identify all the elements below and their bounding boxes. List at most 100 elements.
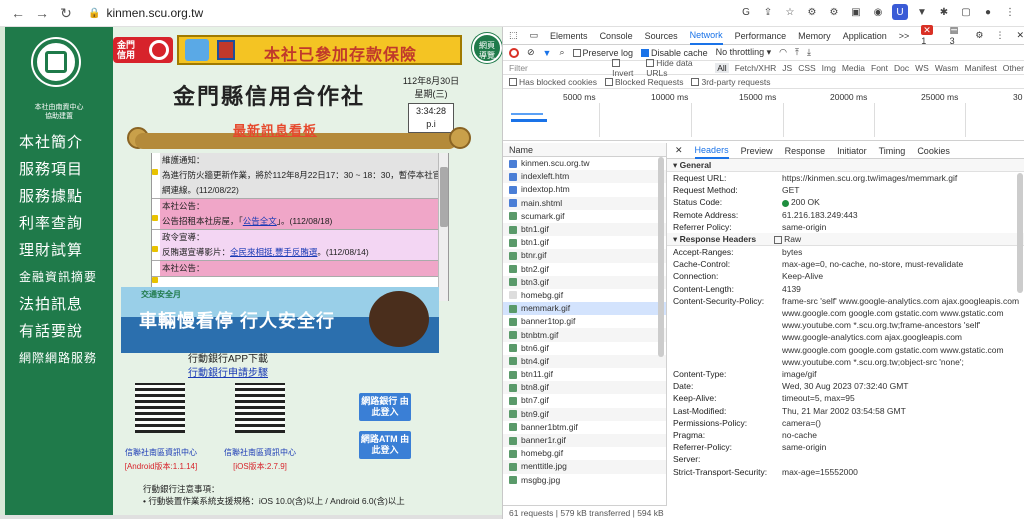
news-title[interactable]: 最新訊息看板 xyxy=(233,120,317,139)
address-bar[interactable]: 🔒 kinmen.scu.org.tw xyxy=(88,6,203,20)
settings-icon[interactable]: ⚙ xyxy=(975,30,983,41)
request-row[interactable]: banner1btm.gif xyxy=(503,421,666,434)
record-icon[interactable] xyxy=(509,47,519,58)
menu-icon[interactable]: ⋮ xyxy=(1002,4,1018,20)
type-manifest[interactable]: Manifest xyxy=(965,63,997,73)
news-link[interactable]: 全民來相挺,豐手反賄選 xyxy=(230,247,317,257)
request-row[interactable]: btn1.gif xyxy=(503,222,666,237)
news-scrollbar[interactable] xyxy=(438,153,448,301)
disable-cache-checkbox[interactable]: Disable cache xyxy=(641,48,708,58)
request-row[interactable]: btnr.gif xyxy=(503,249,666,263)
sidebar-item-feedback[interactable]: 有話要說 xyxy=(19,318,97,345)
news-link[interactable]: 公告全文 xyxy=(243,216,277,226)
tab-cookies[interactable]: Cookies xyxy=(917,146,950,156)
request-row[interactable]: main.shtml xyxy=(503,196,666,210)
request-row[interactable]: homebg.gif xyxy=(503,447,666,460)
type-ws[interactable]: WS xyxy=(915,63,929,73)
more-tabs-button[interactable]: >> xyxy=(899,31,910,41)
sidebar-item-services[interactable]: 服務項目 xyxy=(19,156,97,183)
general-section-header[interactable]: ▾ General xyxy=(667,159,1024,172)
request-row[interactable]: btn11.gif xyxy=(503,368,666,381)
net-bank-login-button[interactable]: 網路銀行 由此登入 xyxy=(359,393,411,421)
sidebar-item-about[interactable]: 本社簡介 xyxy=(19,129,97,156)
android-qr-label[interactable]: 信聯社南區資訊中心 xyxy=(118,447,204,459)
tab-memory[interactable]: Memory xyxy=(798,31,831,41)
error-badge[interactable]: ✕ 1 xyxy=(921,25,937,46)
search-icon[interactable]: ⌕ xyxy=(559,47,564,58)
tab-preview[interactable]: Preview xyxy=(741,146,773,156)
tab-sources[interactable]: Sources xyxy=(645,31,678,41)
sidepanel-icon[interactable]: ▢ xyxy=(958,4,974,20)
wifi-icon[interactable]: ◠ xyxy=(779,47,787,58)
tab-application[interactable]: Application xyxy=(843,31,887,41)
request-row[interactable]: banner1top.gif xyxy=(503,315,666,328)
type-wasm[interactable]: Wasm xyxy=(935,63,959,73)
detail-scrollbar[interactable] xyxy=(1017,173,1023,293)
puzzle-icon[interactable]: ✱ xyxy=(936,4,952,20)
star-icon[interactable]: ☆ xyxy=(782,4,798,20)
request-row[interactable]: btn7.gif xyxy=(503,394,666,407)
upload-icon[interactable]: ⤒ xyxy=(795,47,799,58)
request-row[interactable]: btn9.gif xyxy=(503,407,666,421)
tab-initiator[interactable]: Initiator xyxy=(837,146,867,156)
credit-union-logo[interactable] xyxy=(33,39,79,85)
request-row[interactable]: btn6.gif xyxy=(503,342,666,355)
filter-input[interactable]: Filter xyxy=(509,63,606,73)
tab-performance[interactable]: Performance xyxy=(735,31,787,41)
type-img[interactable]: Img xyxy=(822,63,836,73)
insurance-banner[interactable]: 本社已參加存款保險 xyxy=(177,35,462,65)
request-row[interactable]: btn2.gif xyxy=(503,263,666,276)
download-icon[interactable]: ⤓ xyxy=(807,47,811,58)
extension-icon[interactable]: ⚙ xyxy=(804,4,820,20)
avatar[interactable]: ● xyxy=(980,4,996,20)
tab-console[interactable]: Console xyxy=(600,31,633,41)
google-icon[interactable]: G xyxy=(738,4,754,20)
type-css[interactable]: CSS xyxy=(798,63,815,73)
third-party-checkbox[interactable]: 3rd-party requests xyxy=(691,77,770,87)
tab-timing[interactable]: Timing xyxy=(879,146,906,156)
back-icon[interactable]: ← xyxy=(8,3,28,23)
sidebar-item-calculator[interactable]: 理財試算 xyxy=(19,237,97,264)
sidebar-item-rates[interactable]: 利率查詢 xyxy=(19,210,97,237)
site-guide-button[interactable]: 網頁 導覽 xyxy=(472,33,502,63)
extension-icon[interactable]: ▣ xyxy=(848,4,864,20)
request-row[interactable]: btn8.gif xyxy=(503,381,666,395)
request-row[interactable]: btn1.gif xyxy=(503,236,666,249)
reload-icon[interactable]: ↻ xyxy=(56,3,76,23)
throttling-select[interactable]: No throttling ▾ xyxy=(716,47,772,58)
request-row[interactable]: kinmen.scu.org.tw xyxy=(503,157,666,170)
lock-icon[interactable]: 🔒 xyxy=(88,8,100,19)
news-board[interactable]: 維護通知： 為進行防火牆更新作業，將於112年8月22日17：30 ~ 18：3… xyxy=(151,153,449,301)
type-other[interactable]: Other xyxy=(1003,63,1024,73)
request-row[interactable]: homebg.gif xyxy=(503,289,666,302)
request-row[interactable]: btn3.gif xyxy=(503,275,666,289)
type-font[interactable]: Font xyxy=(871,63,888,73)
type-fetch[interactable]: Fetch/XHR xyxy=(735,63,777,73)
response-headers-section[interactable]: ▾ Response Headers Raw xyxy=(667,233,1024,247)
extension-icon[interactable]: ⚙ xyxy=(826,4,842,20)
inspect-icon[interactable]: ⬚ xyxy=(509,30,518,41)
brand-logo[interactable]: 金門 信用 xyxy=(113,37,173,63)
blocked-cookies-checkbox[interactable]: Has blocked cookies xyxy=(509,77,597,87)
type-media[interactable]: Media xyxy=(842,63,865,73)
clear-icon[interactable]: ⊘ xyxy=(527,47,535,58)
type-js[interactable]: JS xyxy=(782,63,792,73)
filter-icon[interactable]: ▼ xyxy=(543,48,552,58)
close-detail-icon[interactable]: ✕ xyxy=(675,145,683,156)
request-row[interactable]: msgbg.jpg xyxy=(503,474,666,487)
type-doc[interactable]: Doc xyxy=(894,63,909,73)
sidebar-item-internet[interactable]: 網際網路服務 xyxy=(19,345,97,372)
tab-headers[interactable]: Headers xyxy=(694,143,729,159)
invert-checkbox[interactable]: Invert xyxy=(612,58,640,78)
app-apply-link[interactable]: 行動銀行申請步驟 xyxy=(188,368,268,379)
network-timeline[interactable]: 5000 ms 10000 ms 15000 ms 20000 ms 25000… xyxy=(503,89,1024,141)
ios-qr-label[interactable]: 信聯社南區資訊中心 xyxy=(217,447,303,459)
atm-login-button[interactable]: 網路ATM 由此登入 xyxy=(359,431,411,459)
type-all[interactable]: All xyxy=(715,62,729,73)
blocked-requests-checkbox[interactable]: Blocked Requests xyxy=(604,77,683,87)
request-row[interactable]: btn4.gif xyxy=(503,354,666,368)
hide-data-urls-checkbox[interactable]: Hide data URLs xyxy=(646,58,709,78)
sidebar-item-auctions[interactable]: 法拍訊息 xyxy=(19,291,97,318)
name-column-header[interactable]: Name xyxy=(503,143,666,157)
message-badge[interactable]: ▤ 3 xyxy=(950,25,964,46)
